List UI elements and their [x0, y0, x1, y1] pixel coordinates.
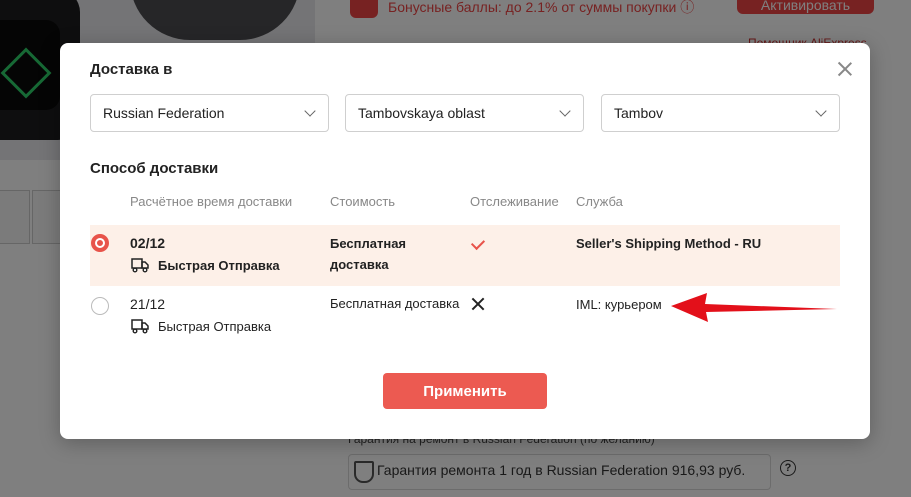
- truck-icon: [131, 258, 149, 273]
- shipping-cost-line1: Бесплатная: [330, 236, 407, 251]
- shipping-option-row[interactable]: [90, 225, 840, 286]
- shipping-cost: Бесплатная доставка: [330, 233, 406, 275]
- country-value: Russian Federation: [103, 105, 225, 121]
- chevron-down-icon: [304, 105, 316, 117]
- chevron-down-icon: [559, 105, 571, 117]
- radio-selected[interactable]: [91, 234, 109, 252]
- close-icon[interactable]: [836, 60, 854, 78]
- shipping-service: IML: курьером: [576, 297, 662, 312]
- radio-unselected[interactable]: [91, 297, 109, 315]
- country-select[interactable]: Russian Federation: [90, 94, 329, 132]
- shipping-service: Seller's Shipping Method - RU: [576, 236, 762, 251]
- shipping-method-title: Способ доставки: [90, 160, 219, 177]
- shipping-cost-line2: доставка: [330, 257, 389, 272]
- column-header-tracking: Отслеживание: [470, 194, 559, 209]
- cross-icon: [471, 297, 485, 311]
- truck-icon: [131, 319, 149, 334]
- delivery-date: 21/12: [130, 296, 166, 312]
- column-header-time: Расчётное время доставки: [130, 194, 293, 209]
- chevron-down-icon: [815, 105, 827, 117]
- column-header-cost: Стоимость: [330, 194, 396, 209]
- shipping-method-name: Быстрая Отправка: [158, 319, 272, 334]
- column-header-service: Служба: [576, 194, 623, 209]
- delivery-to-title: Доставка в: [90, 61, 173, 78]
- delivery-date: 02/12: [130, 235, 166, 251]
- apply-button[interactable]: Применить: [383, 373, 547, 409]
- shipping-cost: Бесплатная доставка: [330, 296, 460, 311]
- region-value: Tambovskaya oblast: [358, 105, 485, 121]
- region-select[interactable]: Tambovskaya oblast: [345, 94, 584, 132]
- shipping-method-name: Быстрая Отправка: [158, 258, 280, 273]
- annotation-arrow-icon: [671, 293, 837, 322]
- city-value: Tambov: [614, 105, 664, 121]
- city-select[interactable]: Tambov: [601, 94, 840, 132]
